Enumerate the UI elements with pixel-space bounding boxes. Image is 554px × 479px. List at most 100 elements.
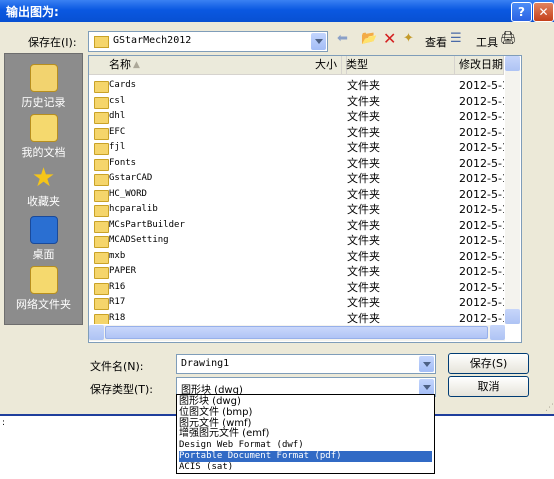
- text-caret-icon: :: [2, 418, 6, 428]
- folder-icon: [94, 220, 109, 233]
- file-type: 文件夹: [347, 110, 380, 123]
- list-item[interactable]: Cards 文件夹 2012-5-18 9:: [89, 78, 504, 94]
- my-documents-icon: [29, 114, 58, 142]
- column-modified[interactable]: 修改日期: [455, 56, 504, 74]
- filetype-option[interactable]: 位图文件 (bmp): [179, 407, 432, 419]
- list-item[interactable]: GstarCAD 文件夹 2012-5-18 9:: [89, 171, 504, 187]
- column-size[interactable]: 大小: [287, 56, 342, 74]
- resize-grip-icon[interactable]: ⋰: [545, 403, 554, 413]
- file-rows: Cards文件夹2012-5-18 9:csl文件夹2012-5-18 9:dh…: [89, 78, 504, 324]
- list-item[interactable]: fjl 文件夹 2012-5-18 9:: [89, 140, 504, 156]
- view-list-icon[interactable]: ☰: [450, 31, 462, 46]
- place-history[interactable]: 历史记录: [5, 64, 82, 110]
- save-dialog: 输出图为: ? ✕ 保存在(I): GStarMech2012 ⬅ 📂 ✕ ✦ …: [0, 0, 554, 414]
- list-item[interactable]: R16 文件夹 2012-5-18 9:: [89, 280, 504, 296]
- column-type[interactable]: 类型: [342, 56, 455, 74]
- cancel-button[interactable]: 取消: [448, 376, 529, 397]
- file-date: 2012-5-18 9:: [459, 172, 504, 185]
- folder-icon: [94, 174, 109, 186]
- save-in-dropdown[interactable]: GStarMech2012: [88, 31, 328, 52]
- filetype-option[interactable]: 增强图元文件 (emf): [179, 429, 432, 440]
- folder-icon: [94, 267, 109, 279]
- sort-asc-icon: ▲: [133, 60, 140, 70]
- save-in-value: GStarMech2012: [113, 35, 192, 46]
- folder-icon: [94, 96, 109, 109]
- list-item[interactable]: dhl 文件夹 2012-5-18 9:: [89, 109, 504, 125]
- folder-icon: [94, 112, 109, 124]
- vertical-scrollbar[interactable]: [505, 56, 520, 324]
- scroll-right-button[interactable]: [490, 325, 505, 340]
- file-name: EFC: [109, 126, 126, 137]
- folder-icon: [94, 205, 109, 217]
- file-type: 文件夹: [347, 187, 380, 201]
- file-name: HC_WORD: [109, 188, 147, 199]
- file-type: 文件夹: [347, 249, 380, 263]
- place-network[interactable]: 网络文件夹: [5, 266, 82, 312]
- file-date: 2012-5-18 9:: [459, 156, 504, 170]
- filename-input[interactable]: Drawing1: [176, 354, 436, 374]
- list-item[interactable]: R17 文件夹 2012-5-18 9:: [89, 295, 504, 311]
- filetype-option[interactable]: Portable Document Format (pdf): [179, 451, 432, 462]
- file-date: 2012-5-18 9:: [459, 125, 504, 139]
- place-my-documents[interactable]: 我的文档: [5, 114, 82, 160]
- tools-menu[interactable]: 工具: [476, 34, 498, 50]
- file-type: 文件夹: [347, 265, 380, 278]
- file-type: 文件夹: [347, 172, 380, 185]
- file-date: 2012-5-18 9:: [459, 249, 504, 263]
- filename-label: 文件名(N):: [90, 360, 144, 373]
- place-favorites[interactable]: ★ 收藏夹: [5, 165, 82, 209]
- folder-icon: [94, 81, 109, 93]
- file-name: R16: [109, 281, 126, 292]
- list-item[interactable]: hcparalib 文件夹 2012-5-18 9:: [89, 202, 504, 218]
- list-item[interactable]: EFC 文件夹 2012-5-18 9:: [89, 125, 504, 141]
- file-date: 2012-5-18 9:: [459, 296, 504, 309]
- list-item[interactable]: Fonts 文件夹 2012-5-18 9:: [89, 156, 504, 172]
- save-button[interactable]: 保存(S): [448, 353, 529, 374]
- places-bar: 历史记录 我的文档 ★ 收藏夹 桌面 网络文件夹: [4, 53, 83, 325]
- help-button[interactable]: ?: [511, 2, 532, 22]
- desktop-icon: [29, 216, 58, 244]
- file-type: 文件夹: [347, 125, 380, 139]
- folder-icon: [94, 313, 109, 324]
- up-folder-icon[interactable]: 📂: [361, 31, 377, 46]
- back-icon[interactable]: ⬅: [337, 31, 348, 46]
- list-item[interactable]: HC_WORD 文件夹 2012-5-18 9:: [89, 187, 504, 203]
- filetype-option[interactable]: ACIS (sat): [179, 462, 432, 473]
- filetype-options-list[interactable]: 图形块 (dwg) 位图文件 (bmp) 图元文件 (wmf) 增强图元文件 (emf…: [176, 394, 435, 474]
- list-item[interactable]: MCsPartBuilder 文件夹 2012-5-18 9:: [89, 218, 504, 234]
- folder-icon: [94, 189, 109, 202]
- new-folder-icon[interactable]: ✦: [403, 31, 414, 46]
- folder-icon: [94, 158, 109, 171]
- horizontal-scroll-thumb[interactable]: [105, 326, 488, 339]
- scroll-up-button[interactable]: [505, 56, 520, 71]
- file-name: Cards: [109, 80, 137, 90]
- list-item[interactable]: mxb 文件夹 2012-5-18 9:: [89, 249, 504, 265]
- scroll-down-button[interactable]: [505, 309, 520, 324]
- chevron-down-icon[interactable]: [311, 33, 326, 50]
- file-name: GstarCAD: [109, 173, 153, 183]
- history-icon: [29, 64, 58, 92]
- list-item[interactable]: MCADSetting 文件夹 2012-5-18 9:: [89, 233, 504, 249]
- file-type: 文件夹: [347, 141, 380, 154]
- delete-icon[interactable]: ✕: [383, 29, 396, 48]
- chevron-down-icon[interactable]: [419, 356, 434, 372]
- file-name: hcparalib: [109, 204, 158, 214]
- close-button[interactable]: ✕: [533, 2, 554, 22]
- list-item[interactable]: csl 文件夹 2012-5-18 9:: [89, 94, 504, 110]
- file-type: 文件夹: [347, 94, 380, 108]
- view-menu[interactable]: 查看: [425, 34, 447, 50]
- horizontal-scrollbar[interactable]: [89, 325, 505, 341]
- place-desktop[interactable]: 桌面: [5, 216, 82, 262]
- filetype-option[interactable]: Design Web Format (dwf): [179, 440, 432, 451]
- chevron-down-icon[interactable]: [419, 379, 434, 395]
- file-name: Fonts: [109, 157, 137, 168]
- scroll-left-button[interactable]: [89, 325, 104, 340]
- list-item[interactable]: PAPER 文件夹 2012-5-18 9:: [89, 264, 504, 280]
- file-name: csl: [109, 95, 126, 106]
- folder-icon: [94, 251, 109, 264]
- folder-icon: [94, 236, 109, 248]
- list-item[interactable]: R18 文件夹 2012-5-18 9:: [89, 311, 504, 324]
- tools-icon[interactable]: 🖨: [500, 31, 517, 46]
- file-date: 2012-5-18 9:: [459, 265, 504, 278]
- file-list: 名称 ▲ 大小 类型 修改日期 Cards 文件夹 2012-5-18 9: csl 文…: [88, 55, 522, 343]
